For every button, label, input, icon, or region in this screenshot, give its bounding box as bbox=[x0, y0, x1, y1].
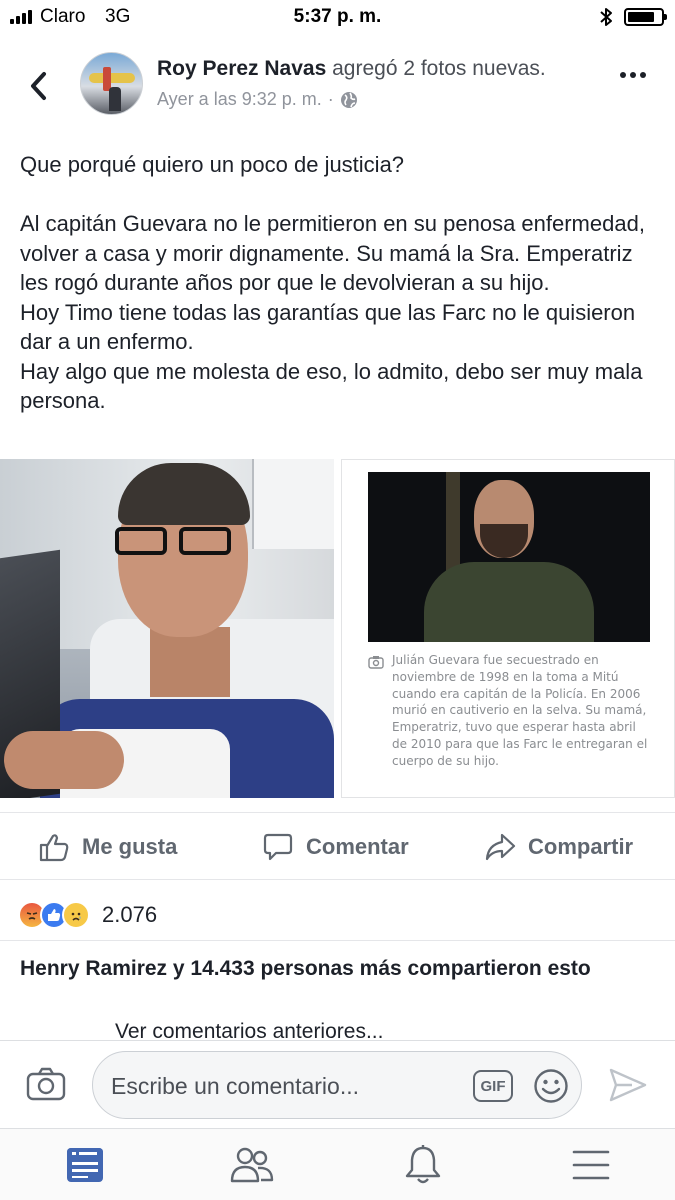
clock: 5:37 p. m. bbox=[293, 6, 382, 27]
post-action-text: agregó 2 fotos nuevas. bbox=[332, 57, 546, 80]
bluetooth-icon bbox=[600, 8, 612, 26]
post-paragraph: Al capitán Guevara no le permitieron en … bbox=[20, 211, 645, 295]
photo-caption: Julián Guevara fue secuestrado en noviem… bbox=[368, 652, 648, 770]
photo-hospital[interactable] bbox=[0, 459, 334, 798]
friends-icon bbox=[230, 1147, 274, 1183]
status-bar: Claro 3G 5:37 p. m. bbox=[0, 0, 675, 36]
shares-summary[interactable]: Henry Ramirez y 14.433 personas más comp… bbox=[20, 957, 591, 981]
hamburger-menu-icon bbox=[572, 1150, 610, 1180]
bell-icon bbox=[405, 1145, 441, 1184]
gif-button[interactable]: GIF bbox=[473, 1070, 513, 1102]
post-action-bar: Me gusta Comentar Compartir bbox=[0, 812, 675, 880]
more-dot-icon bbox=[620, 72, 626, 78]
thumbs-up-icon bbox=[39, 834, 69, 862]
comment-input-box[interactable]: GIF bbox=[92, 1051, 582, 1119]
more-dot-icon bbox=[630, 72, 636, 78]
news-feed-icon bbox=[67, 1148, 103, 1182]
view-previous-comments[interactable]: Ver comentarios anteriores... bbox=[115, 1020, 383, 1042]
tab-menu[interactable] bbox=[569, 1143, 613, 1187]
post-timestamp[interactable]: Ayer a las 9:32 p. m. bbox=[157, 89, 322, 110]
author-line: Roy Perez Navas agregó 2 fotos nuevas. bbox=[157, 57, 607, 81]
comment-label: Comentar bbox=[306, 834, 409, 859]
post-paragraph: Hay algo que me molesta de eso, lo admit… bbox=[20, 358, 643, 414]
sad-reaction-icon bbox=[62, 901, 90, 929]
photo-article-clipping[interactable]: Julián Guevara fue secuestrado en noviem… bbox=[341, 459, 675, 798]
post-text: Que porqué quiero un poco de justicia? A… bbox=[20, 150, 660, 416]
post-header: Roy Perez Navas agregó 2 fotos nuevas. A… bbox=[157, 57, 607, 110]
comment-button[interactable]: Comentar bbox=[262, 813, 409, 881]
share-label: Compartir bbox=[528, 834, 634, 859]
camera-caption-icon bbox=[368, 656, 384, 669]
reactions-summary[interactable]: 2.076 bbox=[18, 895, 157, 935]
portrait-photo bbox=[368, 472, 650, 642]
tab-notifications[interactable] bbox=[401, 1143, 445, 1187]
comment-input[interactable] bbox=[111, 1068, 461, 1104]
camera-icon[interactable] bbox=[26, 1067, 66, 1101]
post-meta: Ayer a las 9:32 p. m. · bbox=[157, 89, 607, 110]
post-paragraph: Que porqué quiero un poco de justicia? bbox=[20, 152, 405, 177]
share-button[interactable]: Compartir bbox=[484, 813, 633, 881]
share-arrow-icon bbox=[485, 833, 516, 861]
like-label: Me gusta bbox=[82, 834, 178, 859]
reaction-count: 2.076 bbox=[102, 902, 158, 927]
divider bbox=[0, 940, 675, 941]
back-button[interactable] bbox=[22, 66, 56, 106]
comment-composer: GIF bbox=[0, 1040, 675, 1128]
comment-bubble-icon bbox=[263, 833, 293, 861]
like-button[interactable]: Me gusta bbox=[38, 813, 177, 881]
emoji-icon[interactable] bbox=[533, 1068, 569, 1104]
send-icon[interactable] bbox=[608, 1067, 648, 1103]
bottom-tab-bar bbox=[0, 1128, 675, 1200]
post-photos: Julián Guevara fue secuestrado en noviem… bbox=[0, 459, 675, 798]
author-avatar[interactable] bbox=[80, 52, 143, 115]
battery-icon bbox=[624, 8, 667, 26]
more-dot-icon bbox=[640, 72, 646, 78]
post-paragraph: Hoy Timo tiene todas las garantías que l… bbox=[20, 299, 636, 355]
caption-text: Julián Guevara fue secuestrado en noviem… bbox=[392, 653, 648, 768]
chevron-left-icon bbox=[31, 72, 46, 100]
author-name[interactable]: Roy Perez Navas bbox=[157, 57, 326, 80]
meta-separator: · bbox=[327, 89, 334, 109]
globe-icon bbox=[340, 91, 357, 108]
more-options-button[interactable] bbox=[620, 72, 646, 78]
tab-friends[interactable] bbox=[230, 1143, 274, 1187]
tab-news-feed[interactable] bbox=[63, 1143, 107, 1187]
